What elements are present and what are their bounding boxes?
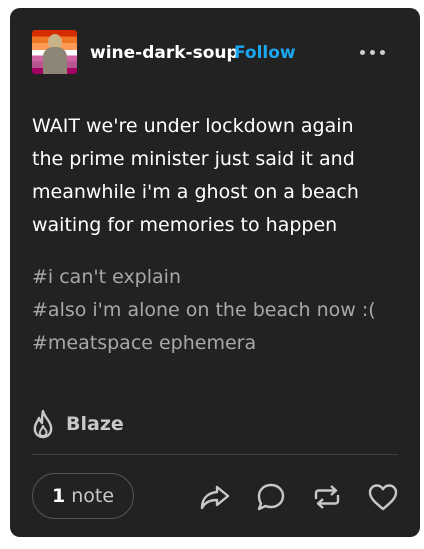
notes-label: note <box>71 485 115 507</box>
tag-link[interactable]: #also i'm alone on the beach now :( <box>32 294 392 327</box>
blaze-button[interactable]: Blaze <box>30 406 124 442</box>
flame-icon <box>30 409 56 439</box>
post-card: wine-dark-soup Follow WAIT we're under l… <box>10 8 420 537</box>
notes-count: 1 <box>51 485 66 507</box>
avatar-figure-body <box>43 47 67 74</box>
reblog-icon[interactable] <box>310 480 344 514</box>
post-header: wine-dark-soup Follow <box>32 30 398 76</box>
post-actions <box>198 480 400 514</box>
post-tags: #i can't explain #also i'm alone on the … <box>32 261 392 360</box>
follow-button[interactable]: Follow <box>234 43 296 63</box>
avatar[interactable] <box>32 30 77 74</box>
reply-icon[interactable] <box>254 480 288 514</box>
heart-icon[interactable] <box>366 480 400 514</box>
post-body-line: WAIT we're under lockdown again <box>32 115 354 137</box>
more-options-icon[interactable] <box>360 50 388 58</box>
notes-button[interactable]: 1 note <box>32 473 134 519</box>
post-body: WAIT we're under lockdown again the prim… <box>32 110 392 242</box>
post-body-line: meanwhile i'm a ghost on a beach <box>32 181 359 203</box>
blaze-label: Blaze <box>66 413 124 435</box>
tag-link[interactable]: #i can't explain <box>32 261 392 294</box>
post-body-line: waiting for memories to happen <box>32 214 338 236</box>
post-body-line: the prime minister just said it and <box>32 148 355 170</box>
blog-name[interactable]: wine-dark-soup <box>90 43 239 63</box>
footer-divider <box>32 454 398 455</box>
tag-link[interactable]: #meatspace ephemera <box>32 327 392 360</box>
share-icon[interactable] <box>198 480 232 514</box>
